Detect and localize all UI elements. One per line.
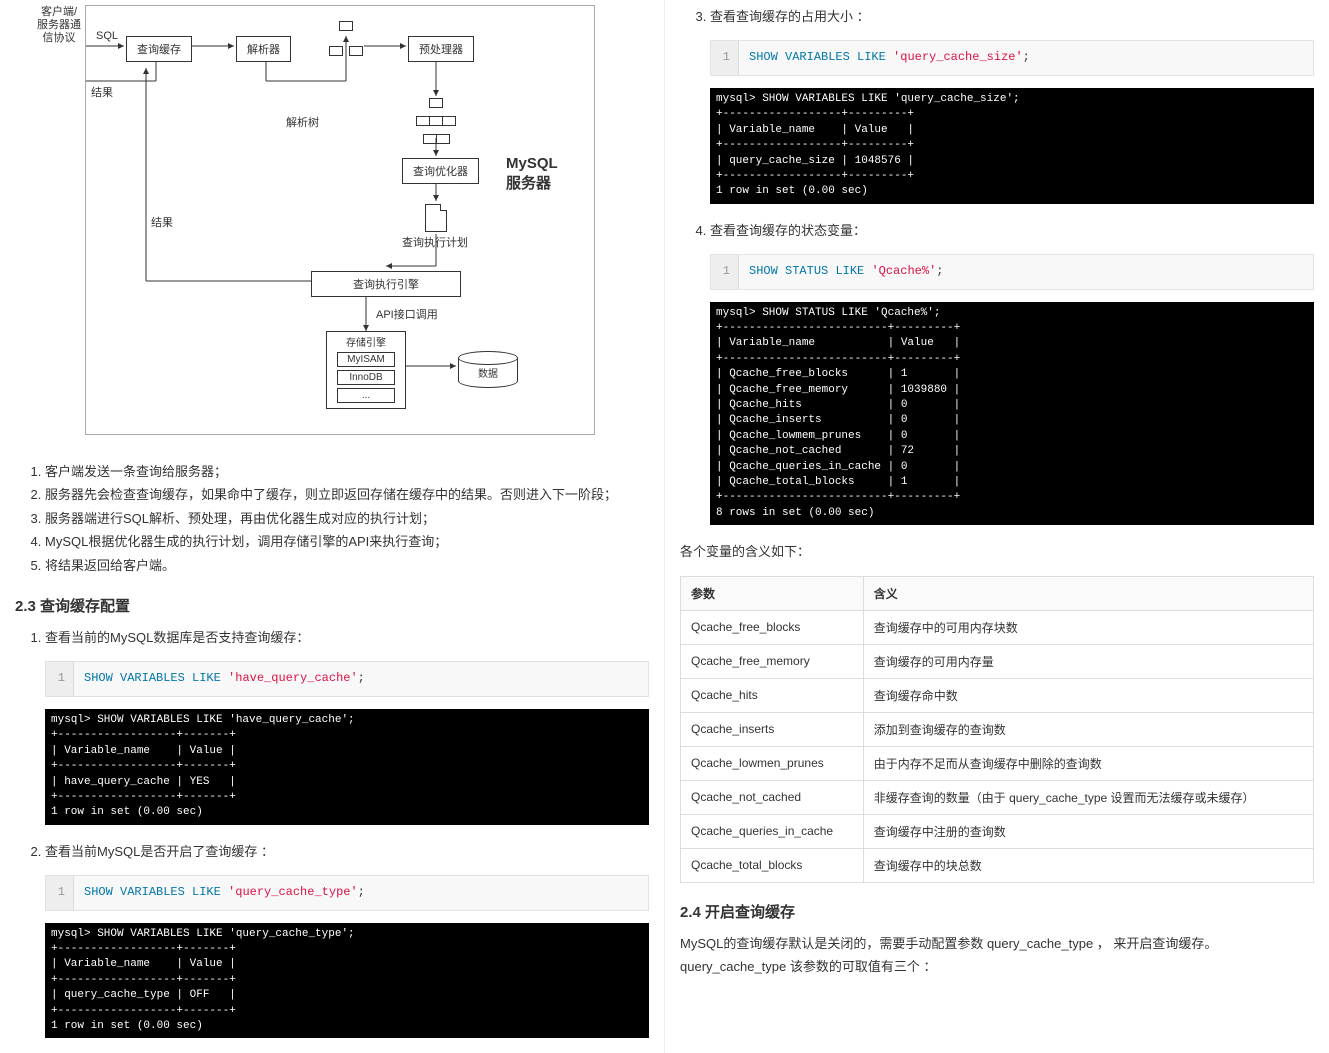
parse-tree-label: 解析树: [286, 114, 319, 130]
storage-engine-box: 存储引擎 MyISAM InnoDB ...: [326, 331, 406, 409]
code-content: SHOW VARIABLES LIKE 'query_cache_type';: [74, 876, 375, 910]
code-content: SHOW STATUS LIKE 'Qcache%';: [739, 255, 953, 289]
col-meaning: 含义: [863, 576, 1313, 610]
col-param: 参数: [681, 576, 864, 610]
step-item: 将结果返回给客户端。: [45, 554, 649, 577]
right-column: 查看查询缓存的占用大小 ： 1 SHOW VARIABLES LIKE 'que…: [665, 0, 1329, 1053]
storage-label: 存储引擎: [331, 334, 401, 349]
code-content: SHOW VARIABLES LIKE 'query_cache_size';: [739, 41, 1040, 75]
step-item: MySQL根据优化器生成的执行计划，调用存储引擎的API来执行查询；: [45, 530, 649, 553]
config-item-4: 查看查询缓存的状态变量： 1 SHOW STATUS LIKE 'Qcache%…: [710, 219, 1314, 525]
q1-text: 查看当前的MySQL数据库是否支持查询缓存：: [45, 630, 309, 645]
code-block-4: 1 SHOW STATUS LIKE 'Qcache%';: [710, 254, 1314, 290]
left-column: ADV 客户端: [0, 0, 665, 1053]
q4-text: 查看查询缓存的状态变量：: [710, 223, 866, 238]
section-2-3-heading: 2.3 查询缓存配置: [15, 595, 649, 616]
table-row: Qcache_hits查询缓存命中数: [681, 678, 1314, 712]
code-block-3: 1 SHOW VARIABLES LIKE 'query_cache_size'…: [710, 40, 1314, 76]
config-item-3: 查看查询缓存的占用大小 ： 1 SHOW VARIABLES LIKE 'que…: [710, 5, 1314, 204]
line-number: 1: [46, 662, 74, 696]
table-row: Qcache_free_blocks查询缓存中的可用内存块数: [681, 610, 1314, 644]
terminal-output-1: mysql> SHOW VARIABLES LIKE 'have_query_c…: [45, 709, 649, 825]
parser-box: 解析器: [236, 36, 291, 62]
innodb-box: InnoDB: [337, 370, 395, 385]
terminal-output-2: mysql> SHOW VARIABLES LIKE 'query_cache_…: [45, 923, 649, 1039]
sec24-text: MySQL的查询缓存默认是关闭的，需要手动配置参数 query_cache_ty…: [680, 932, 1314, 979]
vars-intro: 各个变量的含义如下：: [680, 540, 1314, 563]
table-row: Qcache_inserts添加到查询缓存的查询数: [681, 712, 1314, 746]
qcache-params-table: 参数 含义 Qcache_free_blocks查询缓存中的可用内存块数 Qca…: [680, 576, 1314, 883]
more-engines-box: ...: [337, 388, 395, 403]
mysql-server-label: MySQL 服务器: [506, 154, 558, 193]
preprocessor-box: 预处理器: [408, 36, 474, 62]
terminal-output-3: mysql> SHOW VARIABLES LIKE 'query_cache_…: [710, 88, 1314, 204]
mysql-architecture-diagram: 客户端/ 服务器通 信协议 SQL 查询缓存 解析器 结果 预处理器 解析树 查…: [85, 5, 595, 435]
table-row: Qcache_queries_in_cache查询缓存中注册的查询数: [681, 814, 1314, 848]
config-item-1: 查看当前的MySQL数据库是否支持查询缓存： 1 SHOW VARIABLES …: [45, 626, 649, 825]
myisam-box: MyISAM: [337, 352, 395, 367]
terminal-output-4: mysql> SHOW STATUS LIKE 'Qcache%'; +----…: [710, 302, 1314, 525]
database-icon: 数据: [458, 351, 518, 391]
section-2-4-heading: 2.4 开启查询缓存: [680, 901, 1314, 922]
data-label: 数据: [458, 358, 518, 388]
config-list-cont: 查看查询缓存的占用大小 ： 1 SHOW VARIABLES LIKE 'que…: [680, 5, 1314, 525]
query-cache-box: 查询缓存: [126, 36, 192, 62]
table-row: Qcache_lowmen_prunes由于内存不足而从查询缓存中删除的查询数: [681, 746, 1314, 780]
doc-icon: [425, 204, 447, 232]
client-protocol-label: 客户端/ 服务器通 信协议: [34, 6, 84, 46]
table-row: Qcache_total_blocks查询缓存中的块总数: [681, 848, 1314, 882]
result-line-label: 结果: [91, 84, 113, 100]
line-number: 1: [46, 876, 74, 910]
line-number: 1: [711, 41, 739, 75]
q3-text: 查看查询缓存的占用大小 ：: [710, 9, 870, 24]
code-block-2: 1 SHOW VARIABLES LIKE 'query_cache_type'…: [45, 875, 649, 911]
step-item: 服务器端进行SQL解析、预处理，再由优化器生成对应的执行计划；: [45, 507, 649, 530]
code-block-1: 1 SHOW VARIABLES LIKE 'have_query_cache'…: [45, 661, 649, 697]
table-row: Qcache_not_cached非缓存查询的数量（由于 query_cache…: [681, 780, 1314, 814]
table-row: Qcache_free_memory查询缓存的可用内存量: [681, 644, 1314, 678]
sql-label: SQL: [96, 30, 118, 42]
exec-plan-label: 查询执行计划: [402, 234, 468, 250]
config-item-2: 查看当前MySQL是否开启了查询缓存 ： 1 SHOW VARIABLES LI…: [45, 840, 649, 1039]
code-content: SHOW VARIABLES LIKE 'have_query_cache';: [74, 662, 375, 696]
step-item: 服务器先会检查查询缓存，如果命中了缓存，则立即返回存储在缓存中的结果。否则进入下…: [45, 483, 649, 506]
step-item: 客户端发送一条查询给服务器；: [45, 460, 649, 483]
q2-text: 查看当前MySQL是否开启了查询缓存 ：: [45, 844, 274, 859]
exec-engine-box: 查询执行引擎: [311, 271, 461, 297]
optimizer-box: 查询优化器: [402, 158, 479, 184]
line-number: 1: [711, 255, 739, 289]
api-call-label: API接口调用: [376, 306, 438, 322]
config-list: 查看当前的MySQL数据库是否支持查询缓存： 1 SHOW VARIABLES …: [15, 626, 649, 1038]
result-label: 结果: [151, 214, 173, 230]
steps-list: 客户端发送一条查询给服务器； 服务器先会检查查询缓存，如果命中了缓存，则立即返回…: [15, 460, 649, 577]
